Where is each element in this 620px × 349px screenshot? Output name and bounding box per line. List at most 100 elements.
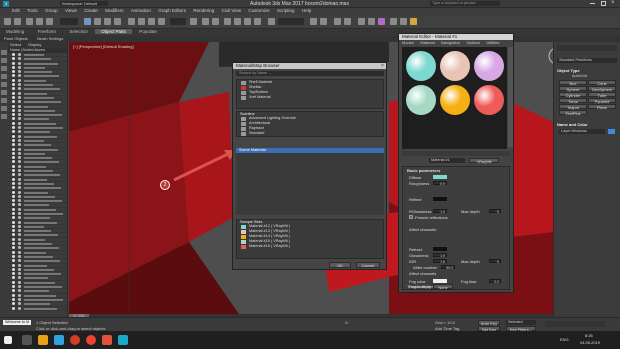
rotate-icon[interactable] <box>138 18 145 25</box>
freeze-icon[interactable] <box>18 134 21 138</box>
basic-parameters-header[interactable]: Basic parameters <box>407 168 440 173</box>
visibility-eye-icon[interactable] <box>12 276 15 280</box>
tab-modeling[interactable]: Modeling <box>0 29 30 34</box>
workspace-dropdown[interactable]: Workspace: Default <box>60 1 108 6</box>
3dsmax-taskbar-icon[interactable] <box>118 335 128 345</box>
visibility-eye-icon[interactable] <box>12 164 15 168</box>
maxscript-listener[interactable]: Welcome to M <box>3 320 31 325</box>
abbe-number-field[interactable]: 50.0 <box>441 265 455 270</box>
freeze-icon[interactable] <box>18 246 21 250</box>
freeze-icon[interactable] <box>18 95 21 99</box>
freeze-icon[interactable] <box>18 272 21 276</box>
freeze-icon[interactable] <box>18 151 21 155</box>
visibility-eye-icon[interactable] <box>12 293 15 297</box>
freeze-icon[interactable] <box>18 65 21 69</box>
display-tool-icon[interactable] <box>1 58 7 63</box>
selection-filter-dropdown[interactable] <box>60 18 78 25</box>
visibility-eye-icon[interactable] <box>12 57 15 61</box>
freeze-icon[interactable] <box>18 108 21 112</box>
visibility-eye-icon[interactable] <box>12 285 15 289</box>
fog-color-swatch[interactable] <box>433 279 447 283</box>
viewport-label[interactable]: [+] [Perspective] [Default Shading] <box>73 44 134 49</box>
menu-item-graph-editors[interactable]: Graph Editors <box>158 8 186 13</box>
link-icon[interactable] <box>26 18 33 25</box>
visibility-eye-icon[interactable] <box>12 306 15 310</box>
freeze-icon[interactable] <box>18 91 21 95</box>
brush-settings-label[interactable]: Brush Settings <box>37 36 63 41</box>
visibility-eye-icon[interactable] <box>12 199 15 203</box>
freeze-icon[interactable] <box>18 276 21 280</box>
freeze-icon[interactable] <box>18 220 21 224</box>
freeze-icon[interactable] <box>18 263 21 267</box>
freeze-icon[interactable] <box>18 207 21 211</box>
tab-selection[interactable]: Selection <box>63 29 94 34</box>
reflect-max-depth-field[interactable]: 5 <box>489 209 501 214</box>
visibility-eye-icon[interactable] <box>12 246 15 250</box>
freeze-icon[interactable] <box>18 297 21 301</box>
tab-object-paint[interactable]: Object Paint <box>95 29 132 34</box>
freeze-icon[interactable] <box>18 121 21 125</box>
visibility-eye-icon[interactable] <box>12 130 15 134</box>
menu-item-create[interactable]: Create <box>84 8 98 13</box>
visibility-eye-icon[interactable] <box>12 173 15 177</box>
visibility-eye-icon[interactable] <box>12 237 15 241</box>
visibility-eye-icon[interactable] <box>12 242 15 246</box>
visibility-eye-icon[interactable] <box>12 95 15 99</box>
menu-item-scripting[interactable]: Scripting <box>277 8 295 13</box>
freeze-icon[interactable] <box>18 267 21 271</box>
visibility-eye-icon[interactable] <box>12 117 15 121</box>
freeze-icon[interactable] <box>18 160 21 164</box>
shapes-filter-icon[interactable] <box>1 82 7 87</box>
freeze-icon[interactable] <box>18 61 21 65</box>
freeze-icon[interactable] <box>18 164 21 168</box>
select-manipulate-icon[interactable] <box>202 18 209 25</box>
sample-slot[interactable] <box>440 85 470 115</box>
freeze-icon[interactable] <box>18 113 21 117</box>
teapot-button[interactable]: Teapot <box>559 104 587 110</box>
select-object-icon[interactable] <box>84 18 91 25</box>
search-field[interactable]: Type a keyword or phrase <box>430 1 500 6</box>
select-tool-icon[interactable] <box>1 50 7 55</box>
freeze-icon[interactable] <box>18 186 21 190</box>
helpers-filter-icon[interactable] <box>1 106 7 111</box>
menu-utilities[interactable]: Utilities <box>487 40 500 45</box>
freeze-icon[interactable] <box>18 126 21 130</box>
visibility-eye-icon[interactable] <box>12 233 15 237</box>
freeze-icon[interactable] <box>18 203 21 207</box>
freeze-icon[interactable] <box>18 74 21 78</box>
sample-slot[interactable] <box>474 51 504 81</box>
curve-editor-icon[interactable] <box>358 18 365 25</box>
tab-freeform[interactable]: Freeform <box>32 29 62 34</box>
pivot-icon[interactable] <box>190 18 197 25</box>
roughness-field[interactable]: 0.0 <box>433 181 447 186</box>
redo-icon[interactable] <box>14 18 21 25</box>
material-name-field[interactable]: Material #1 <box>429 158 465 163</box>
box-button[interactable]: Box <box>559 80 587 86</box>
fog-bias-field[interactable]: 0.0 <box>489 279 501 284</box>
pyramid-button[interactable]: Pyramid <box>588 98 616 104</box>
menu-item-animation[interactable]: Animation <box>131 8 151 13</box>
schematic-view-icon[interactable] <box>368 18 375 25</box>
visibility-eye-icon[interactable] <box>12 74 15 78</box>
menu-item-tools[interactable]: Tools <box>27 8 38 13</box>
freeze-icon[interactable] <box>18 57 21 61</box>
cancel-button[interactable]: Cancel <box>356 262 380 268</box>
refract-max-depth-field[interactable]: 5 <box>489 259 501 264</box>
visibility-eye-icon[interactable] <box>12 134 15 138</box>
sample-slot[interactable] <box>406 85 436 115</box>
freeze-icon[interactable] <box>18 194 21 198</box>
visibility-eye-icon[interactable] <box>12 121 15 125</box>
task-view-icon[interactable] <box>22 335 32 345</box>
visibility-eye-icon[interactable] <box>12 108 15 112</box>
menu-item-views[interactable]: Views <box>65 8 77 13</box>
opera-icon[interactable] <box>70 335 80 345</box>
close-icon[interactable]: × <box>611 0 615 6</box>
reference-coordinate-dropdown[interactable] <box>170 18 186 25</box>
reflection-glossiness-field[interactable]: 1.0 <box>433 209 447 214</box>
visibility-eye-icon[interactable] <box>12 83 15 87</box>
freeze-icon[interactable] <box>18 104 21 108</box>
freeze-icon[interactable] <box>18 173 21 177</box>
slot-side-toolbar[interactable] <box>508 47 513 147</box>
clock-date[interactable]: 04.05.2019 <box>580 340 600 345</box>
scale-icon[interactable] <box>148 18 155 25</box>
